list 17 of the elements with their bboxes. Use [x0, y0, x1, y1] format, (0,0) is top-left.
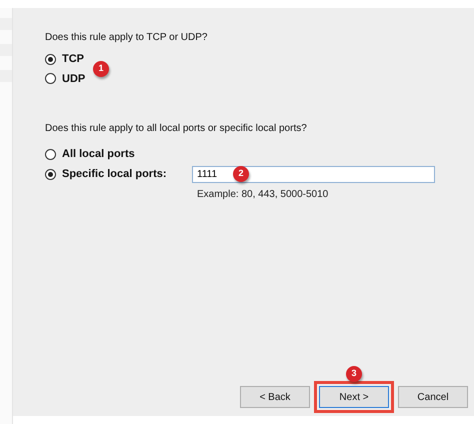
radio-button[interactable] [45, 73, 56, 84]
wizard-button[interactable]: < Back [240, 386, 310, 408]
radio-option[interactable]: All local ports [45, 146, 474, 162]
radio-button[interactable] [45, 148, 56, 160]
radio-label: All local ports [62, 147, 135, 162]
radio-button[interactable] [45, 168, 56, 180]
step-marker: 1 [93, 61, 109, 77]
question-text: Does this rule apply to all local ports or specific local ports? [45, 122, 308, 136]
radio-label: TCP [62, 52, 84, 67]
radio-button[interactable] [45, 54, 56, 65]
radio-option[interactable]: Specific local ports: [45, 166, 192, 182]
radio-label: Specific local ports: [62, 166, 167, 182]
question-text: Does this rule apply to TCP or UDP? [45, 31, 208, 45]
wizard-button[interactable]: Cancel [398, 386, 468, 408]
radio-label: UDP [62, 72, 86, 86]
example-hint: Example: 80, 443, 5000-5010 [197, 188, 330, 202]
step-marker: 3 [346, 366, 362, 382]
